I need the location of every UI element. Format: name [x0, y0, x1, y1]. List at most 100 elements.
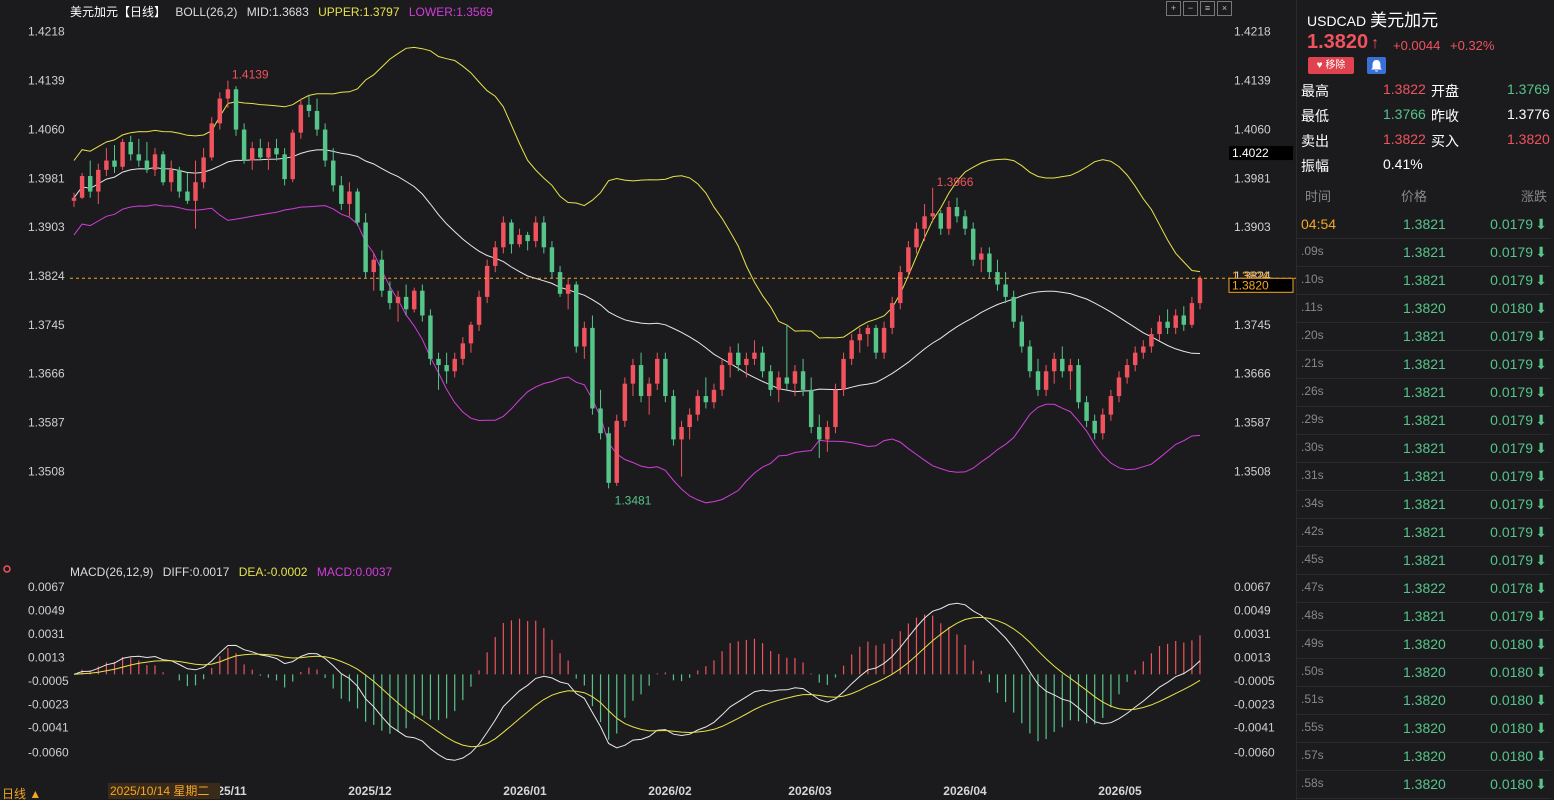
macd-legend: MACD(26,12,9) DIFF:0.0017 DEA:-0.0002 MA… [70, 565, 398, 579]
chart-panel[interactable]: 1.4218 1.4218 1.4139 1.4139 1.4060 1.4060 1.39… [0, 0, 1296, 800]
close-icon[interactable]: × [1217, 1, 1232, 16]
candle-body [104, 160, 109, 170]
candle-body [711, 389, 717, 403]
candle-body [817, 427, 822, 440]
stat-value: 1.3822 [1383, 81, 1426, 97]
tick-row[interactable]: .20s 1.3821 0.0179 ⬇ [1297, 322, 1551, 351]
tick-row[interactable]: .29s 1.3821 0.0179 ⬇ [1297, 406, 1551, 435]
tick-change-value: 0.0179 [1490, 328, 1533, 344]
candle-body [168, 169, 174, 183]
tick-price: 1.3820 [1403, 636, 1446, 652]
stat-label: 买入 [1431, 133, 1459, 149]
tick-row[interactable]: .21s 1.3821 0.0179 ⬇ [1297, 350, 1551, 379]
candle-body [493, 247, 498, 266]
macd-axis-label-left: -0.0005 [28, 674, 69, 688]
tick-time: .09s [1301, 244, 1324, 258]
tick-time: .11s [1301, 300, 1323, 314]
candle-body [574, 284, 579, 347]
candle-body [1027, 346, 1033, 372]
col-time: 时间 [1305, 189, 1332, 204]
candle-body [436, 358, 441, 366]
candle-body [703, 396, 709, 403]
zoom-in-icon[interactable]: + [1166, 1, 1181, 16]
chart-svg[interactable]: 1.4218 1.4218 1.4139 1.4139 1.4060 1.4060 1.39… [0, 0, 1296, 800]
tick-row[interactable]: .42s 1.3821 0.0179 ⬇ [1297, 518, 1551, 547]
candle-body [695, 396, 700, 415]
tick-row[interactable]: .09s 1.3821 0.0179 ⬇ [1297, 238, 1551, 267]
candle-body [590, 327, 595, 409]
tick-time: .34s [1301, 496, 1324, 510]
candle-body [403, 296, 409, 310]
candle-body [363, 222, 368, 273]
candle-body [395, 296, 401, 304]
tick-row[interactable]: .48s 1.3821 0.0179 ⬇ [1297, 602, 1551, 631]
stat-label: 最低 [1301, 108, 1329, 124]
remove-watchlist-button[interactable]: ♥ 移除 [1308, 57, 1354, 74]
tick-row[interactable]: .58s 1.3820 0.0180 ⬇ [1297, 770, 1551, 799]
tick-row[interactable]: .11s 1.3820 0.0180 ⬇ [1297, 294, 1551, 323]
tick-row[interactable]: 04:54 1.3821 0.0179 ⬇ [1297, 210, 1551, 239]
candle-body [452, 358, 457, 372]
tick-change: 0.0179 [1490, 244, 1533, 260]
tick-row[interactable]: .51s 1.3820 0.0180 ⬇ [1297, 686, 1551, 715]
period-selector[interactable]: 日线 ▲ [2, 787, 41, 800]
candle-body [509, 222, 514, 245]
tick-time: .51s [1301, 692, 1324, 706]
tick-change: 0.0180 [1490, 692, 1533, 708]
down-arrow-icon: ⬇ [1535, 720, 1547, 736]
quote-panel: USDCAD 美元加元 1.3820 ↑ +0.0044 +0.32% ♥ 移除 最… [1296, 0, 1554, 800]
last-price: 1.3820 ↑ [1307, 31, 1379, 54]
candle-body [606, 433, 611, 483]
candle-body [582, 327, 587, 347]
candle-body [177, 169, 182, 192]
price-axis-label-left: 1.3981 [28, 172, 65, 186]
macd-value: MACD:0.0037 [316, 565, 393, 579]
tick-row[interactable]: .45s 1.3821 0.0179 ⬇ [1297, 546, 1551, 575]
stat-row: 振幅 0.41% [1301, 156, 1551, 176]
candle-body [371, 259, 376, 273]
tick-change-value: 0.0180 [1490, 692, 1533, 708]
tick-row[interactable]: .30s 1.3821 0.0179 ⬇ [1297, 434, 1551, 463]
candle-body [1092, 420, 1097, 434]
down-arrow-icon: ⬇ [1535, 552, 1547, 568]
tick-time: .49s [1301, 636, 1324, 650]
tick-change-value: 0.0179 [1490, 216, 1533, 232]
tick-change: 0.0178 [1490, 580, 1533, 596]
candle-body [460, 343, 466, 359]
down-arrow-icon: ⬇ [1535, 272, 1547, 288]
tick-row[interactable]: .10s 1.3821 0.0179 ⬇ [1297, 266, 1551, 295]
candle-body [266, 148, 271, 158]
candle-body [1100, 414, 1106, 434]
stat-value: 1.3769 [1507, 81, 1550, 97]
candle-body [420, 290, 425, 316]
candle-body [71, 197, 77, 201]
tick-row[interactable]: .34s 1.3821 0.0179 ⬇ [1297, 490, 1551, 519]
tick-price: 1.3821 [1403, 608, 1446, 624]
zoom-out-icon[interactable]: − [1183, 1, 1198, 16]
tick-row[interactable]: .50s 1.3820 0.0180 ⬇ [1297, 658, 1551, 687]
down-arrow-icon: ⬇ [1535, 524, 1547, 540]
stat-value: 1.3776 [1507, 106, 1550, 122]
tick-time: .30s [1301, 440, 1324, 454]
tick-row[interactable]: .49s 1.3820 0.0180 ⬇ [1297, 630, 1551, 659]
tick-price: 1.3821 [1403, 272, 1446, 288]
stat-value: 0.41% [1383, 156, 1423, 172]
tick-price: 1.3820 [1403, 664, 1446, 680]
tick-time: .55s [1301, 720, 1324, 734]
tick-row[interactable]: .55s 1.3820 0.0180 ⬇ [1297, 714, 1551, 743]
candle-body [914, 228, 919, 248]
x-axis-label: 2026/05 [1098, 784, 1142, 798]
settings-icon[interactable]: ≡ [1200, 1, 1215, 16]
tick-row[interactable]: .31s 1.3821 0.0179 ⬇ [1297, 462, 1551, 491]
tick-row[interactable]: .57s 1.3820 0.0180 ⬇ [1297, 742, 1551, 771]
tick-row[interactable]: .47s 1.3822 0.0178 ⬇ [1297, 574, 1551, 603]
price-axis-label-left: 1.3745 [28, 318, 65, 332]
candle-body [857, 334, 862, 341]
alert-button[interactable] [1367, 57, 1386, 74]
candle-body [638, 365, 644, 397]
tick-row[interactable]: .26s 1.3821 0.0179 ⬇ [1297, 378, 1551, 407]
down-arrow-icon: ⬇ [1535, 636, 1547, 652]
candle-body [646, 383, 652, 397]
candle-body [112, 160, 117, 167]
candle-body [1084, 402, 1089, 421]
